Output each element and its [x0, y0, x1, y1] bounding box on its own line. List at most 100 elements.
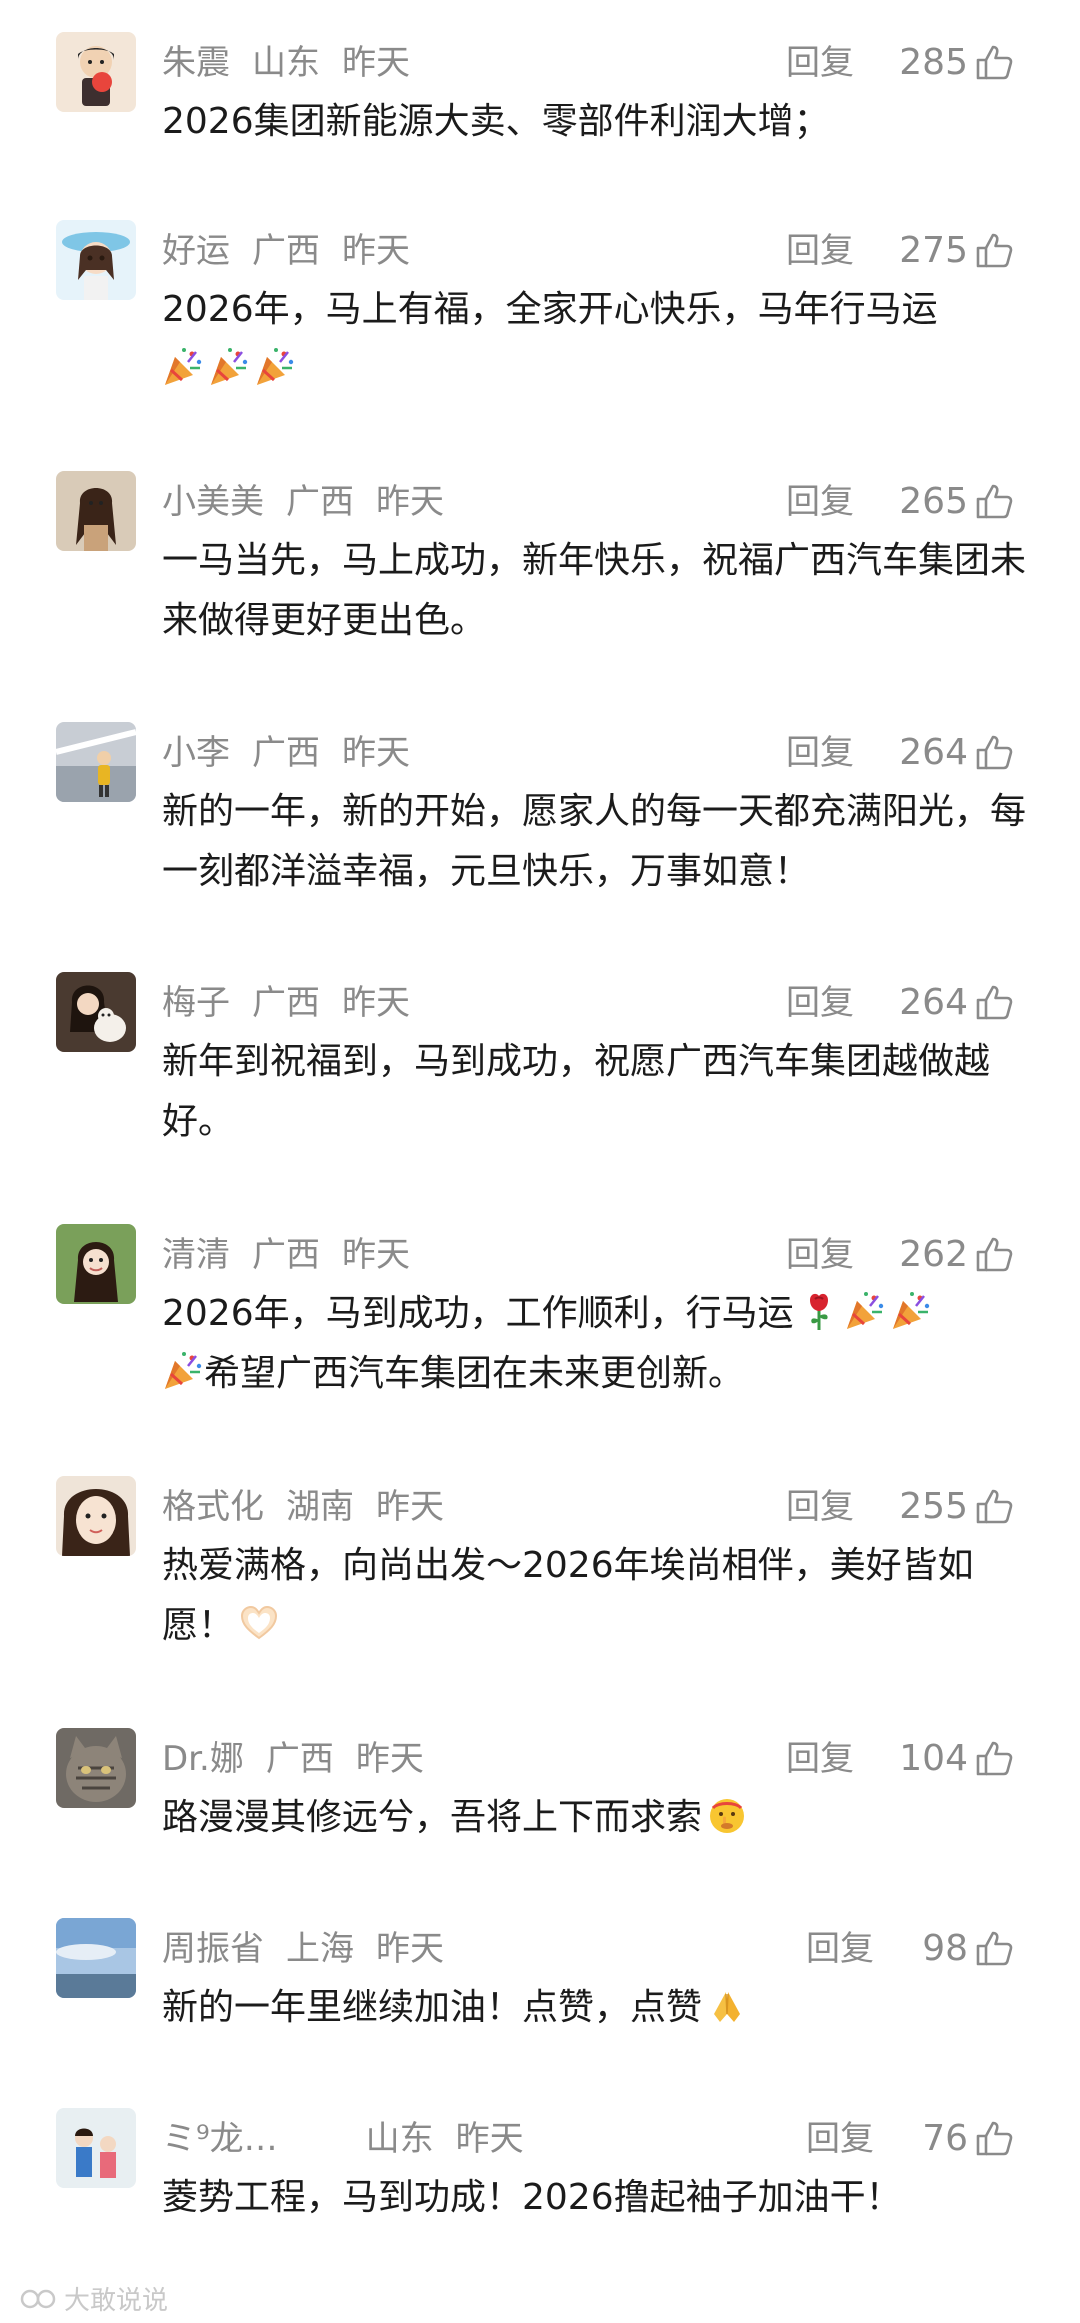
comment-text: 路漫漫其修远兮，吾将上下而求索: [162, 1788, 1032, 1848]
like-count: 264: [899, 732, 968, 773]
comment-text: 新的一年，新的开始，愿家人的每一天都充满阳光，每一刻都洋溢幸福，元旦快乐，万事如…: [162, 782, 1032, 902]
reply-button[interactable]: 回复: [786, 1732, 854, 1786]
avatar[interactable]: [56, 722, 136, 802]
location: 上海: [286, 1929, 354, 1969]
timestamp: 昨天: [376, 1487, 444, 1527]
comment-text: 一马当先，马上成功，新年快乐，祝福广西汽车集团未来做得更好更出色。: [162, 531, 1032, 651]
like-button[interactable]: 76: [922, 2112, 1014, 2166]
timestamp: 昨天: [342, 1235, 410, 1275]
comment-item: 小李 广西 昨天 回复 264 新的一年，新的开始，愿家人的每一天都充满阳光，每一刻…: [0, 722, 1080, 902]
username[interactable]: ミ⁹龙…: [162, 2112, 278, 2166]
username[interactable]: Dr.娜: [162, 1732, 244, 1786]
comment-text-body: 菱势工程，马到功成！2026撸起袖子加油干！: [162, 2177, 902, 2218]
party-popper-icon: [844, 1290, 886, 1332]
timestamp: 昨天: [342, 733, 410, 773]
like-button[interactable]: 275: [899, 224, 1014, 278]
like-button[interactable]: 255: [899, 1480, 1014, 1534]
party-popper-icon: [162, 1350, 204, 1392]
reply-button[interactable]: 回复: [786, 1228, 854, 1282]
like-button[interactable]: 104: [899, 1732, 1014, 1786]
avatar[interactable]: [56, 32, 136, 112]
avatar[interactable]: [56, 972, 136, 1052]
thumbs-up-icon: [974, 1487, 1014, 1527]
timestamp: 昨天: [342, 43, 410, 83]
thumbs-up-icon: [974, 1739, 1014, 1779]
party-popper-icon: [254, 346, 296, 388]
like-button[interactable]: 98: [922, 1922, 1014, 1976]
username[interactable]: 小美美: [162, 475, 264, 529]
comment-item: 朱震 山东 昨天 回复 285 2026集团新能源大卖、零部件利润大增；: [0, 32, 1080, 162]
like-count: 285: [899, 42, 968, 83]
thumbs-up-icon: [974, 2119, 1014, 2159]
comment-meta: ミ⁹龙… 山东 昨天: [162, 2112, 1032, 2166]
reply-button[interactable]: 回复: [806, 1922, 874, 1976]
comment-text-body: 热爱满格，向尚出发～2026年埃尚相伴，美好皆如愿！: [162, 1545, 974, 1646]
comment-item: 清清 广西 昨天 回复 262 2026年，马到成功，工作顺利，行马运 希望广西汽车集…: [0, 1224, 1080, 1404]
comment-text: 2026集团新能源大卖、零部件利润大增；: [162, 92, 1032, 152]
thumbs-up-icon: [974, 1929, 1014, 1969]
thumbs-up-icon: [974, 733, 1014, 773]
like-count: 264: [899, 982, 968, 1023]
location: 广西: [252, 231, 320, 271]
username[interactable]: 清清: [162, 1228, 230, 1282]
heart-hands-icon: [238, 1602, 280, 1644]
comment-text-body: 2026集团新能源大卖、零部件利润大增；: [162, 101, 830, 142]
like-count: 76: [922, 2118, 968, 2159]
comment-meta: 周振省 上海 昨天: [162, 1922, 1032, 1976]
avatar[interactable]: [56, 1224, 136, 1304]
comment-text: 菱势工程，马到功成！2026撸起袖子加油干！: [162, 2168, 1032, 2228]
location: 山东: [365, 2119, 434, 2159]
watermark: 大敢说说: [20, 2280, 168, 2317]
timestamp: 昨天: [376, 482, 444, 522]
praying-hands-icon: [706, 1984, 748, 2026]
comment-item: Dr.娜 广西 昨天 回复 104 路漫漫其修远兮，吾将上下而求索: [0, 1728, 1080, 1858]
party-popper-icon: [208, 346, 250, 388]
thumbs-up-icon: [974, 1235, 1014, 1275]
like-count: 255: [899, 1486, 968, 1527]
comment-text-body: 新年到祝福到，马到成功，祝愿广西汽车集团越做越好。: [162, 1041, 991, 1142]
username[interactable]: 好运: [162, 224, 230, 278]
username[interactable]: 小李: [162, 726, 230, 780]
reply-button[interactable]: 回复: [806, 2112, 874, 2166]
timestamp: 昨天: [355, 1739, 424, 1779]
comment-text-body: 新的一年，新的开始，愿家人的每一天都充满阳光，每一刻都洋溢幸福，元旦快乐，万事如…: [162, 791, 1027, 892]
username[interactable]: 梅子: [162, 976, 230, 1030]
reply-button[interactable]: 回复: [786, 726, 854, 780]
like-button[interactable]: 262: [899, 1228, 1014, 1282]
reply-button[interactable]: 回复: [786, 36, 854, 90]
username[interactable]: 朱震: [162, 36, 230, 90]
comment-item: 小美美 广西 昨天 回复 265 一马当先，马上成功，新年快乐，祝福广西汽车集团未来…: [0, 471, 1080, 651]
like-count: 104: [899, 1738, 968, 1779]
avatar[interactable]: [56, 220, 136, 300]
username[interactable]: 周振省: [162, 1922, 264, 1976]
comment-text-body: 2026年，马到成功，工作顺利，行马运: [162, 1293, 794, 1334]
username[interactable]: 格式化: [162, 1480, 264, 1534]
reply-button[interactable]: 回复: [786, 224, 854, 278]
avatar[interactable]: [56, 471, 136, 551]
avatar[interactable]: [56, 1918, 136, 1998]
avatar[interactable]: [56, 2108, 136, 2188]
shushing-face-icon: [706, 1794, 748, 1836]
like-button[interactable]: 264: [899, 726, 1014, 780]
avatar[interactable]: [56, 1476, 136, 1556]
watermark-logo-icon: [20, 2289, 56, 2308]
like-button[interactable]: 285: [899, 36, 1014, 90]
avatar[interactable]: [56, 1728, 136, 1808]
like-button[interactable]: 264: [899, 976, 1014, 1030]
like-count: 262: [899, 1234, 968, 1275]
reply-button[interactable]: 回复: [786, 475, 854, 529]
comment-text: 热爱满格，向尚出发～2026年埃尚相伴，美好皆如愿！: [162, 1536, 1032, 1656]
comment-text: 新年到祝福到，马到成功，祝愿广西汽车集团越做越好。: [162, 1032, 1032, 1152]
comment-text-body: 2026年，马上有福，全家开心快乐，马年行马运: [162, 289, 938, 330]
thumbs-up-icon: [974, 482, 1014, 522]
like-button[interactable]: 265: [899, 475, 1014, 529]
timestamp: 昨天: [376, 1929, 444, 1969]
reply-button[interactable]: 回复: [786, 1480, 854, 1534]
comment-text: 新的一年里继续加油！点赞，点赞: [162, 1978, 1032, 2038]
location: 广西: [252, 983, 320, 1023]
reply-button[interactable]: 回复: [786, 976, 854, 1030]
timestamp: 昨天: [455, 2119, 524, 2159]
timestamp: 昨天: [342, 983, 410, 1023]
timestamp: 昨天: [342, 231, 410, 271]
party-popper-icon: [890, 1290, 932, 1332]
